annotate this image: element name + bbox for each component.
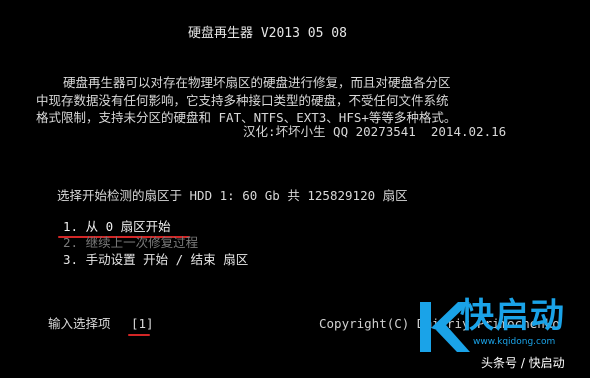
watermark-attribution: 头条号 / 快启动 [481, 356, 565, 370]
menu-option-start-from-zero[interactable]: 1. 从 0 扇区开始 [63, 219, 171, 235]
sector-select-prompt: 选择开始检测的扇区于 HDD 1: 60 Gb 共 125829120 扇区 [57, 188, 408, 203]
highlight-underline-input [128, 334, 150, 336]
program-title: 硬盘再生器 V2013 05 08 [188, 26, 347, 41]
watermark-brand: 快启动 [460, 296, 565, 336]
input-selection-label: 输入选择项 [48, 316, 111, 331]
description-line-2: 中现存数据没有任何影响，它支持多种接口类型的硬盘，不受任何文件系统 [36, 93, 449, 108]
watermark-url: www.kqidong.com [473, 337, 556, 347]
description-line-1: 硬盘再生器可以对存在物理坏扇区的硬盘进行修复，而且对硬盘各分区 [63, 75, 451, 90]
translator-credit: 汉化:坏坏小生 QQ 20273541 2014.02.16 [243, 124, 507, 139]
menu-option-manual-range[interactable]: 3. 手动设置 开始 / 结束 扇区 [63, 252, 248, 268]
dos-screen: 硬盘再生器 V2013 05 08 硬盘再生器可以对存在物理坏扇区的硬盘进行修复… [0, 0, 590, 378]
input-selection-field[interactable]: [1] [131, 316, 154, 332]
menu-option-continue-previous[interactable]: 2. 继续上一次修复过程 [63, 235, 198, 251]
